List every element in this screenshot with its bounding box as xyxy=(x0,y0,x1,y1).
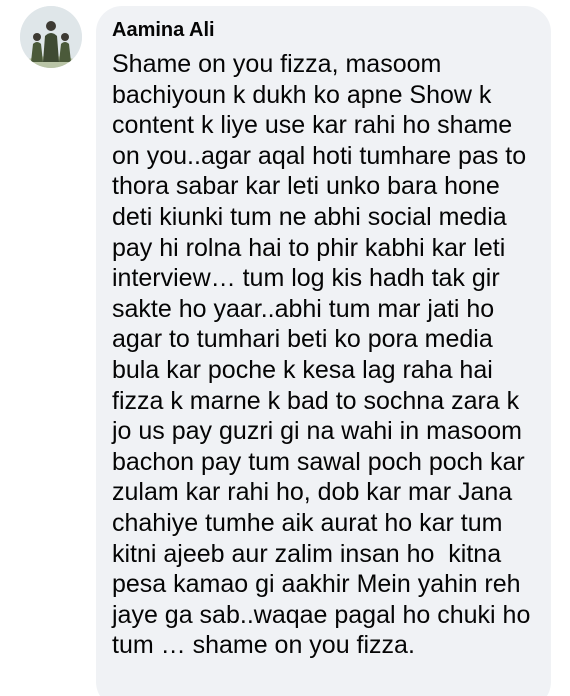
comment-author-name[interactable]: Aamina Ali xyxy=(112,15,535,45)
comment-text-line: Shame on you fizza, masoom xyxy=(112,50,442,78)
comment-text-line: content k liye use kar rahi ho shame xyxy=(112,111,513,140)
comment-body: Shame on you fizza, masoom bachiyoun k du… xyxy=(112,49,535,661)
comment-text-line: bula kar poche k kesa lag raha hai xyxy=(112,355,493,384)
comment-text-line: fizza k marne k bad to sochna zara k xyxy=(112,386,520,415)
comment-text-line: thora sabar kar leti unko bara hone xyxy=(112,172,500,201)
comment-text-line: pesa kamao gi aakhir Mein yahin reh xyxy=(112,570,521,599)
comment-text-line: bachon pay tum sawal poch poch kar xyxy=(112,447,525,476)
comment-text-line: on you..agar aqal hoti tumhare pas to xyxy=(112,141,527,170)
comment-text-line: bachiyoun k dukh ko apne Show k xyxy=(112,80,492,109)
comment-thread: Aamina Ali Shame on you fizza, masoom bac… xyxy=(0,0,570,696)
comment-text-line: tum … shame on you fizza. xyxy=(112,631,415,660)
comment-text-line: agar to tumhari beti ko pora media xyxy=(112,325,493,354)
avatar[interactable] xyxy=(20,6,82,68)
comment-text-line: zulam kar rahi ho, dob kar mar Jana xyxy=(112,478,513,507)
comment-text-line: pay hi rolna hai to phir kabhi kar leti xyxy=(112,233,506,262)
comment-text-line: jo us pay guzri gi na wahi in masoom xyxy=(112,417,522,446)
comment-text-line: sakte ho yaar..abhi tum mar jati ho xyxy=(112,294,495,323)
profile-photo-icon xyxy=(20,6,82,68)
comment-text-line: deti kiunki tum ne abhi social media xyxy=(112,202,507,231)
comment-text-line: interview… tum log kis hadh tak gir xyxy=(112,264,500,293)
comment-text-line: jaye ga sab..waqae pagal ho chuki ho xyxy=(112,600,531,629)
comment-text-line: kitni ajeeb aur zalim insan ho kitna xyxy=(112,539,502,568)
comment-bubble: Aamina Ali Shame on you fizza, masoom bac… xyxy=(96,6,551,696)
comment-text-line: chahiye tumhe aik aurat ho kar tum xyxy=(112,508,503,537)
